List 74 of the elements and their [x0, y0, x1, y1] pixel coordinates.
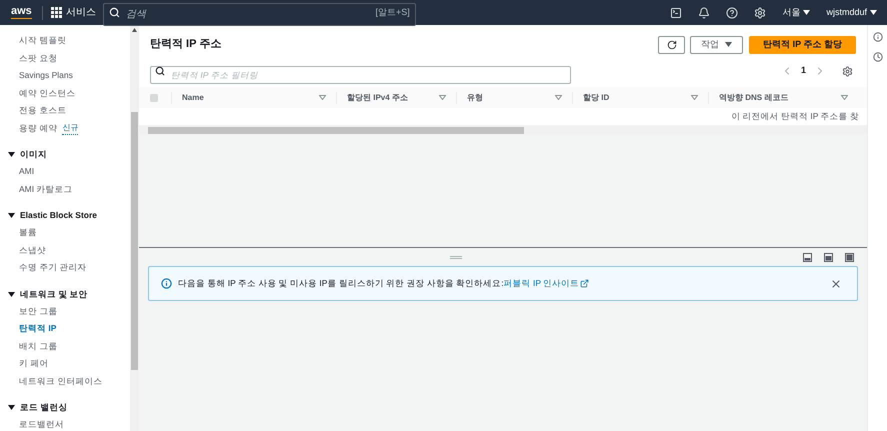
- sidebar-item[interactable]: 탄력적 IP: [19, 322, 56, 336]
- info-icon: [161, 278, 172, 289]
- caret-icon: [725, 42, 732, 47]
- terminal-icon[interactable]: [670, 6, 682, 18]
- caret-icon: [803, 10, 810, 15]
- region-menu[interactable]: 서울: [782, 6, 810, 20]
- scrollbar-thumb[interactable]: [131, 112, 138, 370]
- sidebar-item[interactable]: 키 페어: [19, 357, 48, 370]
- drag-handle[interactable]: [450, 256, 462, 258]
- select-all-checkbox[interactable]: [150, 94, 158, 102]
- section-header[interactable]: Elastic Block Store: [8, 207, 98, 224]
- sidebar-item[interactable]: 스냅샷: [19, 244, 46, 257]
- sidebar-item[interactable]: AMI: [19, 165, 34, 178]
- search-icon: [155, 66, 165, 76]
- settings-icon[interactable]: [842, 66, 853, 76]
- panel-layout-icon[interactable]: [824, 252, 833, 262]
- caret-icon: [8, 213, 15, 218]
- sidebar-item[interactable]: 로드밸런서: [19, 418, 64, 431]
- sidebar-item[interactable]: 용량 예약: [19, 122, 58, 135]
- sidebar-item[interactable]: Savings Plans: [19, 69, 73, 82]
- scrollbar-thumb[interactable]: [148, 126, 524, 134]
- insights-link[interactable]: 퍼블릭 IP 인사이트: [504, 277, 590, 290]
- column-header[interactable]: 할당된 IPv4 주소: [347, 92, 408, 104]
- actions-button[interactable]: 작업: [690, 36, 744, 54]
- section-header[interactable]: 네트워크 및 보안: [8, 286, 88, 302]
- column-header[interactable]: 할당 ID: [583, 92, 610, 104]
- sidebar-item[interactable]: 전용 호스트: [19, 104, 66, 118]
- sidebar-item[interactable]: 시작 템플릿: [19, 34, 66, 48]
- services-menu[interactable]: 서비스: [50, 0, 96, 25]
- help-icon[interactable]: [726, 6, 738, 18]
- allocate-button[interactable]: 탄력적 IP 주소 할당: [749, 36, 856, 54]
- caret-icon: [8, 152, 15, 157]
- sort-icon[interactable]: [691, 95, 698, 100]
- new-label: 신규: [62, 122, 78, 135]
- page-title: 탄력적 IP 주소: [150, 37, 222, 52]
- sidebar-item[interactable]: AMI 카탈로그: [19, 182, 72, 196]
- account-menu[interactable]: wjstmdduf: [826, 6, 877, 20]
- page-number[interactable]: 1: [800, 64, 806, 78]
- empty-table-message: 이 리전에서 탄력적 IP 주소를 찾: [731, 110, 859, 123]
- section-header[interactable]: 로드 밸런싱: [8, 399, 68, 416]
- caret-icon: [870, 10, 877, 15]
- clock-icon[interactable]: [872, 52, 882, 62]
- refresh-button[interactable]: [658, 36, 686, 54]
- search-icon: [108, 7, 120, 18]
- filter-field[interactable]: 탄력적 IP 주소 필터링: [150, 66, 571, 84]
- sort-icon[interactable]: [555, 95, 562, 100]
- refresh-icon: [666, 40, 677, 50]
- alert-message: 다음을 통해 IP 주소 사용 및 미사용 IP를 릴리스하기 위한 권장 사항을 확인하세요:퍼블릭 IP 인사이트: [178, 277, 590, 290]
- column-header[interactable]: Name: [182, 92, 204, 104]
- section-header[interactable]: 이미지: [8, 146, 47, 163]
- caret-icon: [8, 405, 15, 410]
- panel-layout-icon[interactable]: [803, 252, 812, 262]
- bell-icon[interactable]: [698, 6, 710, 18]
- caret-icon: [8, 292, 15, 296]
- close-icon[interactable]: [830, 278, 842, 290]
- shortcut-hint: [알트+S]: [376, 6, 410, 19]
- sort-icon[interactable]: [319, 95, 326, 100]
- sidebar-item[interactable]: 보안 그룹: [19, 304, 58, 318]
- sidebar-item[interactable]: 수명 주기 관리자: [19, 261, 87, 274]
- aws-logo[interactable]: aws: [11, 6, 32, 19]
- external-link-icon: [580, 279, 590, 288]
- column-header[interactable]: 역방향 DNS 레코드: [719, 92, 788, 104]
- info-icon[interactable]: [872, 32, 882, 42]
- grid-icon: [50, 7, 62, 18]
- sort-icon[interactable]: [841, 95, 848, 100]
- sidebar-item[interactable]: 스팟 요청: [19, 52, 58, 65]
- scroll-up-icon[interactable]: [132, 28, 137, 32]
- column-header[interactable]: 유형: [467, 92, 483, 104]
- sort-icon[interactable]: [439, 95, 446, 100]
- sidebar-item[interactable]: 네트워크 인터페이스: [19, 374, 102, 388]
- sidebar-item[interactable]: 볼륨: [19, 226, 37, 240]
- sidebar-item[interactable]: 예약 인스턴스: [19, 86, 76, 100]
- panel-layout-icon[interactable]: [845, 252, 854, 262]
- sidebar-item[interactable]: 배치 그룹: [19, 340, 58, 353]
